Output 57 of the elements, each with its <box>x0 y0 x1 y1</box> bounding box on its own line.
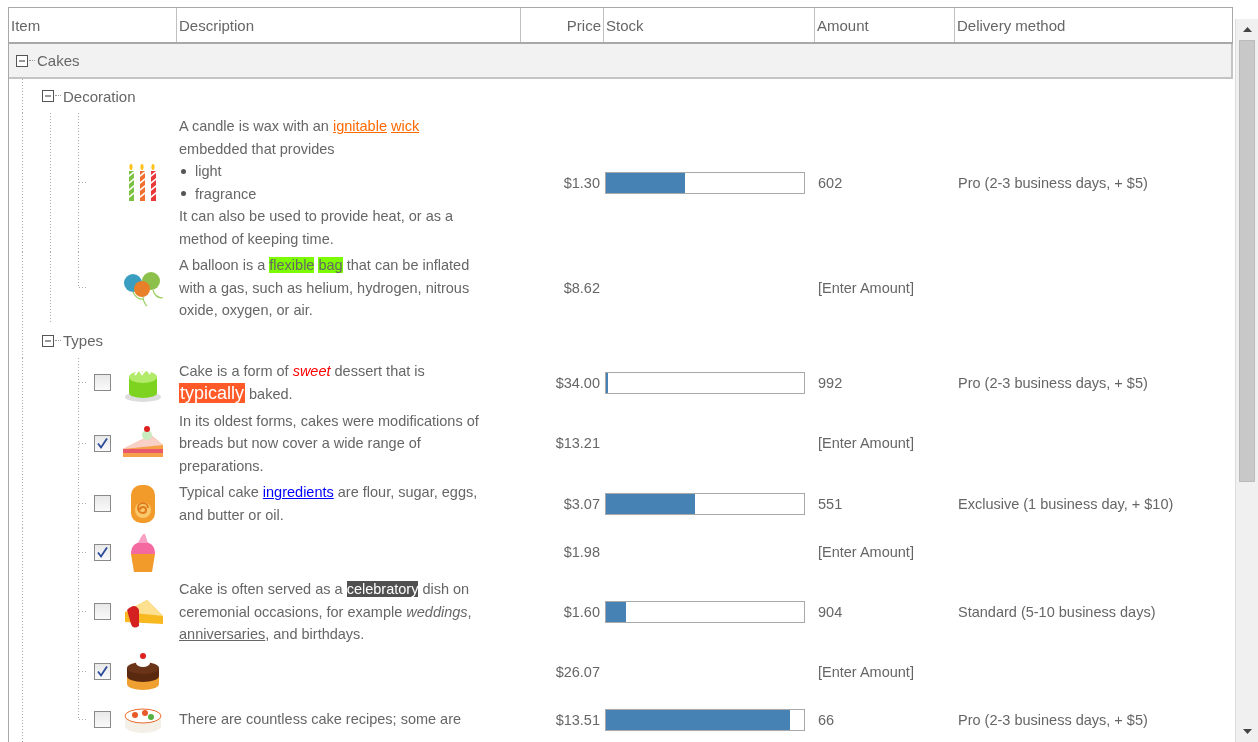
column-header[interactable]: Delivery method <box>955 8 1232 42</box>
price-text: $1.60 <box>563 603 600 620</box>
checkbox[interactable] <box>94 434 111 452</box>
price-text: $26.07 <box>555 663 600 680</box>
price-text: $8.62 <box>563 279 600 296</box>
collapse-button[interactable] <box>16 54 28 67</box>
scroll-down-icon[interactable] <box>1242 729 1252 734</box>
group-label: Types <box>63 332 104 349</box>
price-text: $13.51 <box>555 711 600 728</box>
price-text: $1.30 <box>563 174 600 191</box>
price-text: $1.98 <box>563 544 600 560</box>
description-text: Typical cake ingredients are flour, sugar, eggs, and butter or oil. <box>179 483 479 525</box>
description-text: Cake is often served as a celebratory dish on ceremonial occasions, for example weddings, anniversaries, and birthdays. <box>179 580 473 644</box>
column-header[interactable]: Stock <box>604 8 815 42</box>
amount-text: [Enter Amount] <box>818 435 914 452</box>
price-text: $3.07 <box>563 495 600 512</box>
description-text: In its oldest forms, cakes were modifications of breads but now cover a wide range of preparations. <box>179 411 480 476</box>
description-text: Cake is a form of sweet dessert that is typically baked. <box>179 361 426 405</box>
group-label: Decoration <box>63 87 136 105</box>
scrollbar-thumb[interactable] <box>1239 40 1255 482</box>
description-text: A balloon is a flexible bag that can be inflated with a gas, such as helium, hydrogen, nitrous oxide, oxygen, or air. <box>179 256 471 320</box>
column-header[interactable]: Description <box>177 8 521 42</box>
column-header[interactable]: Item <box>9 8 177 42</box>
group-label: Cakes <box>37 52 80 69</box>
amount-text: 992 <box>818 374 843 391</box>
price-text: $13.21 <box>555 435 600 452</box>
description-text: There are countless cake recipes; some are <box>179 710 463 730</box>
link[interactable]: ingredients <box>262 484 334 500</box>
collapse-button[interactable] <box>42 334 54 347</box>
list-item-text: fragrance <box>195 184 257 204</box>
description-text: It can also be used to provide heat, or as a method of keeping time. <box>179 207 455 249</box>
checkbox[interactable] <box>94 663 111 680</box>
checkbox[interactable] <box>94 543 111 561</box>
amount-text: 904 <box>818 603 843 620</box>
column-header[interactable]: Amount <box>815 8 955 42</box>
group-row[interactable]: Cakes <box>9 44 1233 79</box>
amount-text: [Enter Amount] <box>818 663 914 680</box>
amount-text: [Enter Amount] <box>818 279 914 296</box>
checkbox[interactable] <box>94 374 111 391</box>
checkbox[interactable] <box>94 711 111 728</box>
column-header[interactable]: Price <box>521 8 604 42</box>
delivery-method-text: Exclusive (1 business day, + $10) <box>958 495 1174 512</box>
amount-text: 551 <box>818 495 843 512</box>
amount-text: 66 <box>818 711 835 728</box>
checkbox[interactable] <box>94 495 111 512</box>
price-text: $34.00 <box>555 374 600 391</box>
scrollbar[interactable] <box>1235 19 1258 742</box>
collapse-button[interactable] <box>42 90 54 102</box>
amount-text: 602 <box>818 174 843 191</box>
amount-text: [Enter Amount] <box>818 544 914 560</box>
list-item-text: light <box>195 162 222 181</box>
delivery-method-text: Pro (2-3 business days, + $5) <box>958 711 1148 728</box>
scroll-up-icon[interactable] <box>1242 27 1252 32</box>
delivery-method-text: Pro (2-3 business days, + $5) <box>958 374 1148 391</box>
delivery-method-text: Pro (2-3 business days, + $5) <box>958 174 1148 191</box>
checkbox[interactable] <box>94 603 111 621</box>
delivery-method-text: Standard (5-10 business days) <box>958 603 1156 620</box>
